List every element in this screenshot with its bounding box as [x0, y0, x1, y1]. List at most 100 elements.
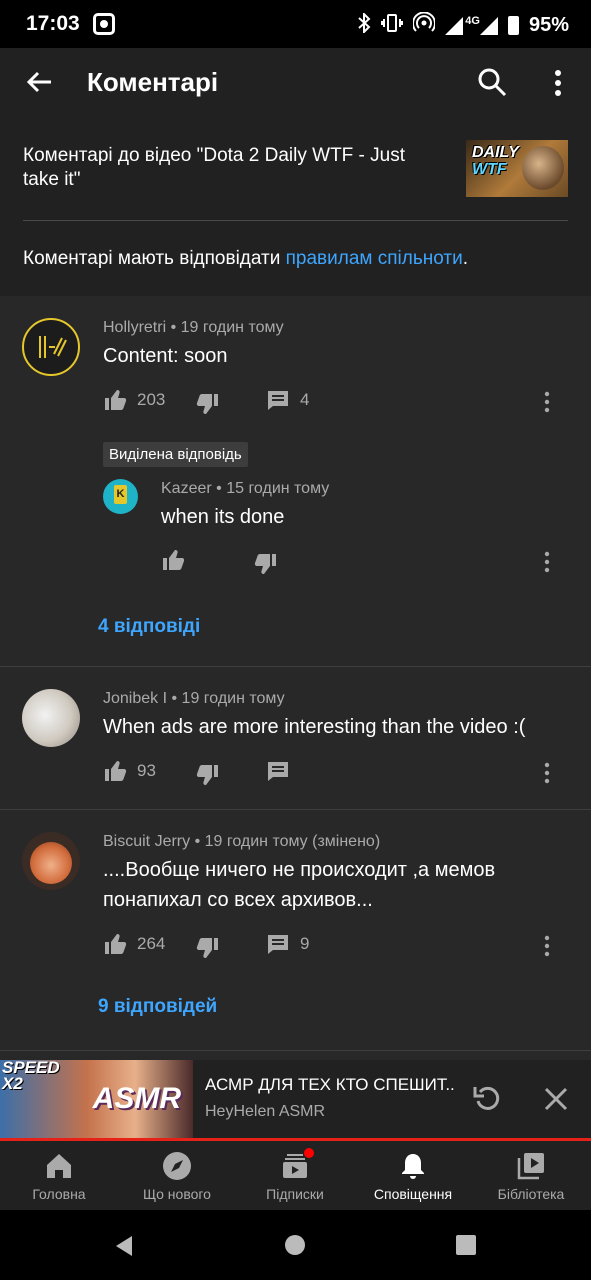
- comment-actions: 93: [103, 759, 573, 789]
- comment-time: 19 годин тому: [181, 690, 285, 707]
- nav-label: Бібліотека: [497, 1186, 565, 1202]
- bluetooth-icon: [357, 11, 371, 38]
- comment-menu-icon[interactable]: [541, 390, 553, 414]
- reply-dislike-button[interactable]: [254, 552, 278, 576]
- comment-author[interactable]: Biscuit Jerry: [103, 833, 190, 850]
- thumbs-down-icon: [196, 765, 218, 785]
- comment-text: When ads are more interesting than the v…: [103, 716, 526, 738]
- community-rules-notice: Коментарі мають відповідати правилам спі…: [23, 248, 468, 269]
- view-replies-link[interactable]: 9 відповідей: [98, 996, 217, 1018]
- like-button[interactable]: 203: [103, 388, 165, 412]
- nav-library[interactable]: Бібліотека: [472, 1141, 590, 1210]
- recents-nav-icon[interactable]: [455, 1234, 477, 1256]
- thumbs-down-icon: [196, 394, 218, 414]
- community-rules-link[interactable]: правилам спільноти: [286, 248, 463, 269]
- comment-icon: [268, 762, 288, 781]
- thumbs-up-icon: [105, 390, 127, 410]
- nav-explore[interactable]: Що нового: [118, 1141, 236, 1210]
- comment-meta: Hollyretri • 19 годин тому: [103, 319, 284, 336]
- status-time: 17:03: [26, 12, 80, 35]
- like-count: 264: [137, 934, 166, 953]
- back-arrow-icon[interactable]: [24, 66, 56, 98]
- home-nav-icon[interactable]: [284, 1234, 306, 1256]
- comment-meta: Biscuit Jerry • 19 годин тому (змінено): [103, 833, 381, 850]
- mini-player-title[interactable]: АСМР ДЛЯ ТЕХ КТО СПЕШИТ..: [205, 1075, 455, 1095]
- comment-item: Hollyretri • 19 годин тому Content: soon…: [0, 296, 591, 666]
- like-count: 203: [137, 390, 166, 409]
- app-bar: Коментарі: [0, 48, 591, 116]
- back-nav-icon[interactable]: [112, 1234, 136, 1258]
- vibrate-icon: [381, 13, 404, 38]
- mini-player[interactable]: SPEED X2 ASMR АСМР ДЛЯ ТЕХ КТО СПЕШИТ.. H…: [0, 1060, 591, 1140]
- comment-menu-icon[interactable]: [541, 761, 553, 785]
- reply-menu-icon[interactable]: [541, 550, 553, 574]
- comment-actions: 203 4: [103, 388, 573, 418]
- thumbs-up-icon: [105, 934, 127, 954]
- comment-icon: [268, 391, 288, 410]
- nav-home[interactable]: Головна: [0, 1141, 118, 1210]
- library-icon: [517, 1153, 544, 1180]
- battery-level: 95%: [528, 14, 569, 36]
- bottom-navigation: Головна Що нового Підписки Сповіщення Бі…: [0, 1141, 591, 1210]
- like-count: 93: [137, 761, 156, 780]
- divider: [0, 1050, 591, 1051]
- more-options-icon[interactable]: [548, 68, 568, 98]
- comments-header: Коментарі до відео "Dota 2 Daily WTF - J…: [0, 116, 591, 296]
- comments-list: Hollyretri • 19 годин тому Content: soon…: [0, 296, 591, 1060]
- dislike-button[interactable]: [196, 763, 220, 787]
- thumbs-up-icon: [105, 761, 127, 781]
- view-replies-link[interactable]: 4 відповіді: [98, 616, 200, 638]
- dislike-button[interactable]: [196, 936, 220, 960]
- comment-item: Jonibek I • 19 годин тому When ads are m…: [0, 667, 591, 809]
- comment-text: ....Вообще ничего не происходит ,а мемов…: [103, 859, 496, 911]
- reply-like-button[interactable]: [161, 548, 185, 572]
- comment-text: Content: soon: [103, 345, 228, 367]
- nav-label: Що нового: [143, 1186, 211, 1202]
- signal-icon: [445, 16, 464, 35]
- dislike-button[interactable]: [196, 392, 220, 416]
- battery-icon: [507, 16, 519, 35]
- reply-text: when its done: [161, 506, 285, 528]
- comment-author[interactable]: Hollyretri: [103, 319, 166, 336]
- avatar[interactable]: [22, 689, 80, 747]
- close-icon[interactable]: [543, 1086, 569, 1112]
- reply-author[interactable]: Kazeer: [161, 480, 212, 497]
- reply-avatar[interactable]: K: [103, 479, 138, 514]
- avatar[interactable]: [22, 832, 80, 890]
- home-icon: [47, 1154, 71, 1178]
- thumbnail-character: [522, 146, 564, 190]
- signal-2-icon: [479, 16, 498, 35]
- comment-meta: Jonibek I • 19 годин тому: [103, 690, 285, 707]
- notification-dot: [304, 1148, 314, 1158]
- comment-author[interactable]: Jonibek I: [103, 690, 167, 707]
- replay-icon[interactable]: [472, 1084, 502, 1114]
- system-navigation: [0, 1210, 591, 1280]
- reply-actions: [161, 548, 573, 578]
- nav-label: Сповіщення: [373, 1186, 453, 1202]
- highlighted-reply-badge: Виділена відповідь: [103, 442, 248, 467]
- nav-label: Головна: [32, 1186, 86, 1202]
- reply-count: 4: [300, 390, 310, 409]
- reply-button[interactable]: 9: [266, 932, 309, 956]
- reply-meta: Kazeer • 15 годин тому: [161, 480, 330, 497]
- comment-menu-icon[interactable]: [541, 934, 553, 958]
- like-button[interactable]: 264: [103, 932, 165, 956]
- screen-record-icon: [93, 13, 115, 35]
- nav-subscriptions[interactable]: Підписки: [236, 1141, 354, 1210]
- mini-player-thumbnail[interactable]: SPEED X2 ASMR: [0, 1060, 193, 1138]
- reply-button[interactable]: 4: [266, 388, 309, 412]
- reply-button[interactable]: [266, 759, 290, 783]
- comment-icon: [268, 935, 288, 954]
- like-button[interactable]: 93: [103, 759, 156, 783]
- network-type: 4G: [465, 14, 480, 27]
- page-title: Коментарі: [87, 67, 219, 97]
- status-bar: 17:03 4G 95%: [0, 0, 591, 48]
- nav-notifications[interactable]: Сповіщення: [354, 1141, 472, 1210]
- status-icons: 4G 95%: [357, 11, 569, 39]
- hotspot-icon: [412, 11, 437, 39]
- thumbs-down-icon: [254, 554, 276, 574]
- avatar[interactable]: [22, 318, 80, 376]
- search-icon[interactable]: [476, 66, 508, 98]
- video-thumbnail[interactable]: DAILY WTF: [466, 140, 568, 197]
- comment-item: Biscuit Jerry • 19 годин тому (змінено) …: [0, 810, 591, 1050]
